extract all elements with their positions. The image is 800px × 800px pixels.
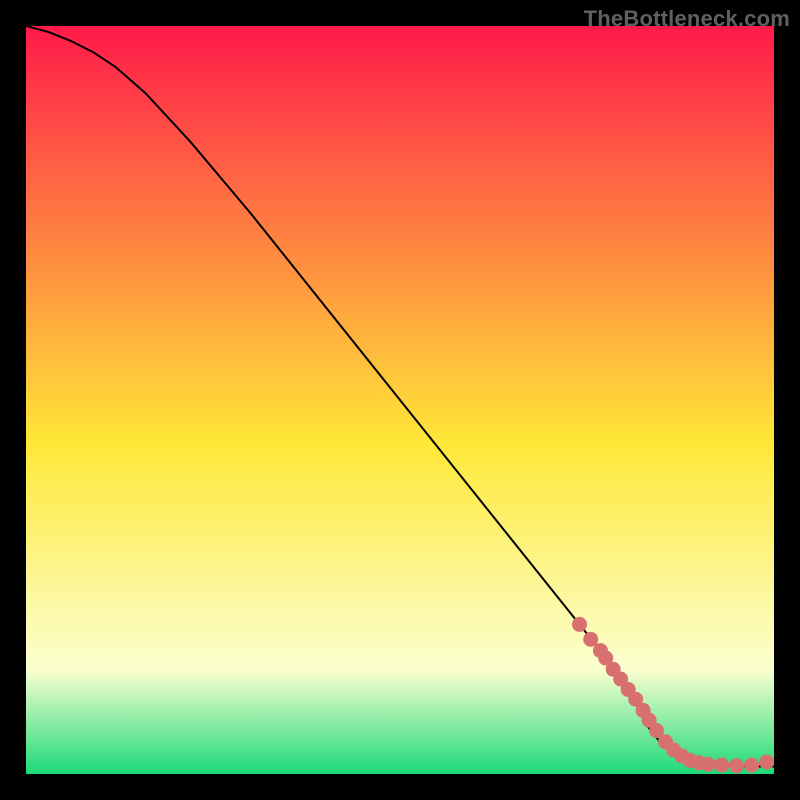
data-marker: [714, 758, 729, 773]
data-marker: [729, 758, 744, 773]
data-marker: [572, 617, 587, 632]
data-marker: [744, 758, 759, 773]
data-marker: [759, 755, 774, 770]
plot-area: [26, 26, 774, 774]
data-marker: [701, 757, 716, 772]
chart-stage: TheBottleneck.com: [0, 0, 800, 800]
chart-svg: [26, 26, 774, 774]
